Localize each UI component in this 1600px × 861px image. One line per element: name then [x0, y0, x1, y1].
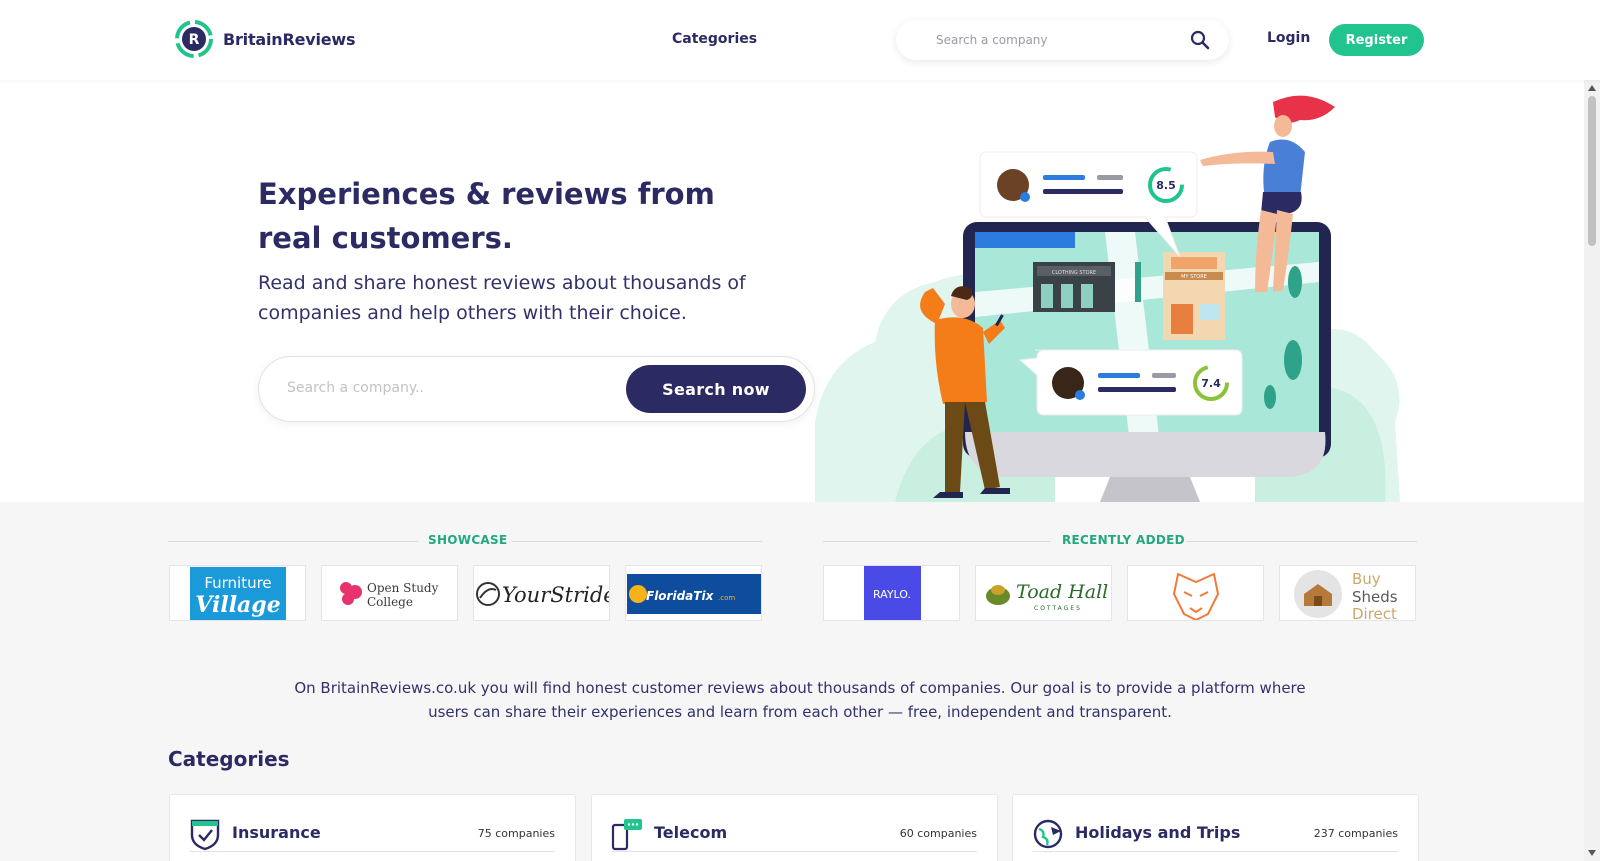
site-description: On BritainReviews.co.uk you will find ho… [294, 679, 1306, 721]
showcase-logo-floridatix[interactable]: FloridaTix .com [625, 565, 762, 621]
store-sign-clothing: CLOTHING STORE [1052, 270, 1096, 276]
category-name: Holidays and Trips [1075, 823, 1241, 842]
recent-divider-left [823, 541, 1051, 542]
showcase-divider-right [512, 541, 762, 542]
login-link[interactable]: Login [1267, 30, 1310, 46]
svg-text:RAYLO.: RAYLO. [873, 588, 911, 601]
header-search [896, 20, 1229, 60]
recent-logo-raylo[interactable]: RAYLO. [823, 565, 960, 621]
hero-subtitle: Read and share honest reviews about thou… [258, 272, 746, 324]
category-card-holidays[interactable]: Holidays and Trips 237 companies [1012, 794, 1419, 861]
card-divider [612, 851, 977, 852]
review-score-1: 8.5 [1156, 179, 1176, 192]
svg-text:COTTAGES: COTTAGES [1034, 605, 1082, 612]
search-now-button[interactable]: Search now [626, 365, 806, 413]
recent-divider-right [1187, 541, 1417, 542]
header-search-input[interactable] [936, 33, 1176, 47]
svg-text:Sheds: Sheds [1352, 588, 1398, 606]
showcase-logo-furniture-village[interactable]: Furniture Village [169, 565, 306, 621]
svg-text:Toad Hall: Toad Hall [1016, 581, 1108, 603]
category-name: Insurance [232, 823, 321, 842]
yourstride-logo: YourStride [476, 582, 610, 607]
recent-logo-buy-sheds-direct[interactable]: Buy Sheds Direct [1279, 565, 1416, 621]
site-header: R BritainReviews Categories Login Regist… [0, 0, 1600, 80]
category-name: Telecom [654, 823, 728, 842]
scroll-down-arrow[interactable] [1588, 850, 1596, 856]
svg-text:.com: .com [718, 594, 735, 602]
hero-section: Experiences & reviews from real customer… [0, 80, 1584, 502]
svg-text:Village: Village [195, 592, 280, 618]
showcase-logo-open-study-college[interactable]: Open Study College [321, 565, 458, 621]
svg-text:YourStride: YourStride [502, 583, 610, 607]
globe-plane-icon [1033, 819, 1063, 849]
card-divider [1033, 851, 1398, 852]
recent-logo-toad-hall[interactable]: Toad Hall COTTAGES [975, 565, 1112, 621]
brand-logo[interactable]: R BritainReviews [174, 19, 356, 59]
category-count: 75 companies [477, 827, 555, 840]
scroll-up-arrow[interactable] [1588, 85, 1596, 91]
phone-chat-icon [611, 819, 642, 851]
furniture-village-logo: Furniture Village [190, 567, 286, 620]
hero-title: Experiences & reviews from real customer… [258, 177, 715, 255]
category-card-telecom[interactable]: Telecom 60 companies [591, 794, 998, 861]
review-card-bottom: 7.4 [1018, 349, 1243, 416]
scroll-thumb[interactable] [1588, 96, 1596, 246]
categories-heading: Categories [168, 747, 290, 771]
hero-illustration: CLOTHING STORE MY STORE 8.5 7.4 [815, 95, 1400, 502]
svg-text:FloridaTix: FloridaTix [646, 589, 715, 603]
nav-categories-link[interactable]: Categories [672, 31, 757, 47]
review-score-2: 7.4 [1201, 377, 1221, 390]
showcase-divider-left [168, 541, 418, 542]
card-divider [190, 851, 555, 852]
hero-search-input[interactable] [287, 380, 607, 396]
register-button[interactable]: Register [1329, 24, 1424, 56]
showcase-logo-yourstride[interactable]: YourStride [473, 565, 610, 621]
category-card-insurance[interactable]: Insurance 75 companies [169, 794, 576, 861]
open-study-college-logo: Open Study College [340, 581, 439, 609]
tiger-icon [1172, 572, 1220, 620]
category-count: 60 companies [899, 827, 977, 840]
svg-text:Direct: Direct [1352, 605, 1397, 621]
showcase-label: SHOWCASE [428, 533, 508, 547]
hero-search: Search now [258, 356, 815, 422]
svg-text:College: College [367, 595, 413, 609]
svg-text:Buy: Buy [1352, 570, 1381, 588]
svg-text:Furniture: Furniture [204, 574, 271, 592]
brand-name: BritainReviews [223, 29, 356, 49]
recent-logo-tiger[interactable] [1127, 565, 1264, 621]
logo-r-icon: R [175, 20, 213, 58]
svg-text:Open Study: Open Study [367, 581, 439, 595]
buy-sheds-direct-logo: Buy Sheds Direct [1294, 570, 1398, 621]
store-sign-mystore: MY STORE [1181, 274, 1207, 280]
category-count: 237 companies [1313, 827, 1398, 840]
search-icon[interactable] [1189, 29, 1211, 51]
svg-text:R: R [189, 32, 200, 48]
floridatix-logo: FloridaTix .com [627, 574, 761, 614]
shield-check-icon [190, 819, 220, 851]
recently-added-label: RECENTLY ADDED [1062, 533, 1185, 547]
raylo-logo: RAYLO. [864, 566, 921, 620]
toad-hall-logo: Toad Hall COTTAGES [986, 581, 1108, 612]
page-scrollbar[interactable] [1584, 80, 1600, 861]
